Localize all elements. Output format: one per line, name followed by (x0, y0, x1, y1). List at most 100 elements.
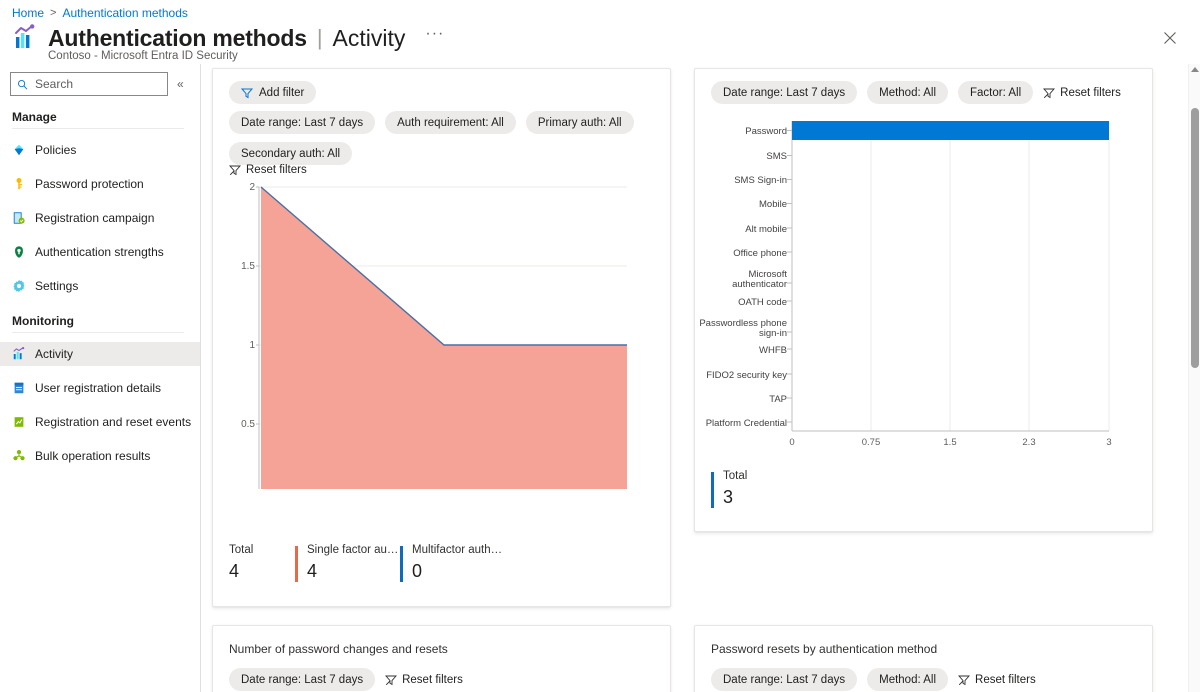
sidebar-item-user-registration-details[interactable]: User registration details (0, 376, 200, 400)
password-changes-filter-bar: Date range: Last 7 days Reset filters (229, 668, 659, 691)
registration-icon (13, 212, 25, 224)
page-header: Authentication methods | Activity ··· Co… (12, 24, 444, 62)
svg-text:Office phone: Office phone (733, 248, 787, 259)
filter-chip-method[interactable]: Method: All (867, 668, 949, 691)
reset-filters-label: Reset filters (246, 164, 307, 176)
sidebar-item-label: Policies (35, 143, 77, 157)
authentication-methods-icon (15, 24, 35, 48)
search-box[interactable] (10, 72, 168, 96)
reset-filter-icon (229, 165, 241, 176)
sidebar-item-registration-campaign[interactable]: Registration campaign (0, 206, 200, 230)
authentication-methods-card: Date range: Last 7 days Method: All Fact… (694, 68, 1153, 532)
bar-chart-category-axis: Password SMS SMS Sign-in Mobile Alt mobi… (699, 126, 792, 429)
sidebar-item-activity[interactable]: Activity (0, 342, 200, 366)
gear-icon (13, 280, 25, 292)
password-changes-card: Number of password changes and resets Da… (212, 625, 671, 692)
breadcrumb-current[interactable]: Authentication methods (62, 6, 187, 20)
svg-text:1.5: 1.5 (943, 437, 956, 448)
content-area: Add filter Date range: Last 7 days Auth … (200, 62, 1190, 692)
scroll-up-arrow-icon[interactable] (1191, 67, 1199, 72)
metric-multifactor: Multifactor authe... 0 (400, 544, 510, 582)
add-filter-label: Add filter (259, 86, 305, 99)
metric-value: 4 (307, 561, 318, 581)
sidebar-item-registration-and-reset-events[interactable]: Registration and reset events (0, 410, 200, 434)
search-input[interactable] (33, 76, 158, 92)
reset-filter-icon (1043, 88, 1056, 98)
sidebar-item-password-protection[interactable]: Password protection (0, 172, 200, 196)
signins-applied-filters: Date range: Last 7 days Auth requirement… (229, 111, 659, 165)
sidebar-search-row: « (0, 66, 200, 96)
filter-chip-date-range[interactable]: Date range: Last 7 days (229, 668, 376, 691)
filter-chip-method[interactable]: Method: All (867, 81, 949, 104)
svg-text:2.3: 2.3 (1022, 437, 1035, 448)
sidebar-item-bulk-operation-results[interactable]: Bulk operation results (0, 444, 200, 468)
collapse-sidebar-button[interactable]: « (177, 78, 184, 90)
metric-total: Total 4 (229, 544, 295, 582)
page-subtitle: Contoso - Microsoft Entra ID Security (48, 50, 238, 62)
svg-text:Alt mobile: Alt mobile (745, 224, 787, 235)
shield-icon (15, 246, 23, 258)
svg-text:3: 3 (1106, 437, 1111, 448)
sidebar-item-label: Settings (35, 279, 79, 293)
more-options-button[interactable]: ··· (425, 26, 444, 50)
page-section: Activity (332, 24, 406, 51)
password-resets-card: Password resets by authentication method… (694, 625, 1153, 692)
sidebar-item-label: Registration and reset events (35, 415, 192, 429)
filter-chip-auth-requirement[interactable]: Auth requirement: All (385, 111, 516, 134)
sign-ins-card: Add filter Date range: Last 7 days Auth … (212, 68, 671, 607)
signins-filter-bar: Add filter (229, 81, 659, 104)
sidebar-item-settings[interactable]: Settings (0, 274, 200, 298)
methods-metrics: Total 3 (711, 470, 831, 508)
password-resets-filter-bar: Date range: Last 7 days Method: All Rese… (711, 668, 1141, 691)
reset-filters-button[interactable]: Reset filters (958, 674, 1036, 686)
filter-chip-date-range[interactable]: Date range: Last 7 days (711, 81, 858, 104)
sidebar-group-monitoring-title: Monitoring (12, 314, 74, 328)
filter-chip-primary-auth[interactable]: Primary auth: All (525, 111, 634, 134)
breadcrumb-home[interactable]: Home (12, 6, 44, 20)
svg-text:Platform Credential: Platform Credential (706, 418, 787, 429)
sidebar-divider-manage (12, 128, 184, 129)
add-filter-button[interactable]: Add filter (229, 81, 317, 104)
svg-text:2: 2 (249, 182, 255, 193)
document-icon (14, 382, 24, 394)
svg-text:0.5: 0.5 (241, 419, 255, 430)
methods-bar-chart: Password SMS SMS Sign-in Mobile Alt mobi… (699, 121, 1112, 448)
metric-label: Multifactor authe... (412, 544, 504, 556)
svg-text:OATH code: OATH code (738, 297, 787, 308)
scrollbar-thumb[interactable] (1191, 108, 1199, 368)
metric-label: Total (229, 544, 254, 556)
report-icon (14, 417, 24, 427)
area-chart-y-axis: 2 1.5 1 0.5 0 (241, 182, 260, 489)
filter-chip-secondary-auth[interactable]: Secondary auth: All (229, 142, 353, 165)
sidebar-item-policies[interactable]: Policies (0, 138, 200, 162)
search-icon (18, 79, 28, 89)
sidebar-item-label: Registration campaign (35, 211, 155, 225)
filter-chip-factor[interactable]: Factor: All (958, 81, 1034, 104)
reset-filters-button[interactable]: Reset filters (385, 674, 463, 686)
sidebar-item-authentication-strengths[interactable]: Authentication strengths (0, 240, 200, 264)
filter-chip-date-range[interactable]: Date range: Last 7 days (711, 668, 858, 691)
svg-text:0.75: 0.75 (862, 437, 881, 448)
page-title: Authentication methods (48, 24, 307, 51)
metric-value: 4 (229, 561, 240, 581)
reset-filter-icon (385, 675, 398, 685)
svg-text:TAP: TAP (769, 394, 787, 405)
vertical-scrollbar[interactable] (1188, 64, 1200, 692)
svg-text:0: 0 (789, 437, 794, 448)
close-icon[interactable] (1162, 30, 1178, 46)
filter-icon (241, 88, 253, 98)
reset-filters-label: Reset filters (1060, 86, 1121, 99)
policies-icon (14, 144, 24, 156)
filter-chip-date-range[interactable]: Date range: Last 7 days (229, 111, 376, 134)
reset-filters-label: Reset filters (975, 673, 1036, 686)
reset-filters-button[interactable]: Reset filters (229, 164, 307, 176)
metric-color-bar (295, 546, 298, 582)
area-chart-fill (261, 187, 627, 489)
reset-filters-button[interactable]: Reset filters (1043, 87, 1121, 99)
sidebar-item-label: Bulk operation results (35, 449, 151, 463)
sidebar: « Manage Policies Password protection Re… (0, 66, 200, 692)
title-separator: | (316, 25, 323, 50)
sign-ins-area-chart: 2 1.5 1 0.5 0 Feb 22 Feb 25 Feb 26 (241, 182, 627, 489)
bar-password[interactable] (792, 121, 1109, 140)
metric-color-bar (400, 546, 403, 582)
